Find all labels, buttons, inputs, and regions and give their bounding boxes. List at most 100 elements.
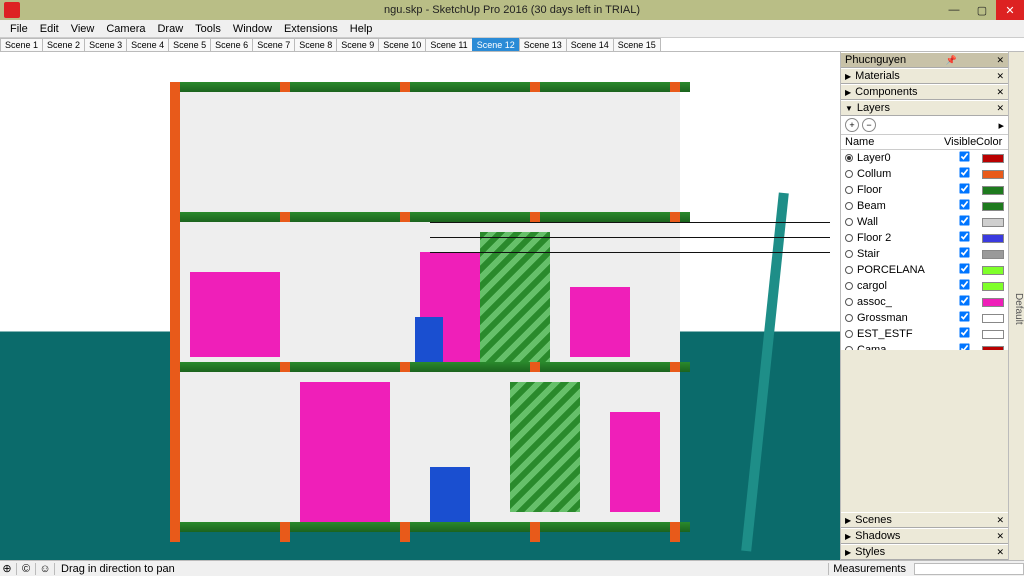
layer-active-radio[interactable] <box>845 202 853 210</box>
layer-row[interactable]: Floor <box>841 182 1008 198</box>
layer-visible-checkbox[interactable] <box>948 246 980 262</box>
scene-tab[interactable]: Scene 12 <box>472 38 520 51</box>
tray-title[interactable]: Phucnguyen 📌 ✕ <box>841 52 1008 68</box>
layer-visible-checkbox[interactable] <box>948 262 980 278</box>
layer-visible-checkbox[interactable] <box>948 230 980 246</box>
default-tray-tab[interactable]: Default <box>1008 52 1024 560</box>
section-scenes[interactable]: ▶Scenes✕ <box>841 512 1008 528</box>
layer-row[interactable]: assoc_ <box>841 294 1008 310</box>
layer-active-radio[interactable] <box>845 154 853 162</box>
layer-col-color[interactable]: Color <box>976 136 1004 148</box>
section-styles[interactable]: ▶Styles✕ <box>841 544 1008 560</box>
layer-visible-checkbox[interactable] <box>948 166 980 182</box>
layer-row[interactable]: Collum <box>841 166 1008 182</box>
layer-visible-checkbox[interactable] <box>948 294 980 310</box>
menu-draw[interactable]: Draw <box>151 23 189 35</box>
close-button[interactable]: ✕ <box>996 0 1024 20</box>
menu-view[interactable]: View <box>65 23 101 35</box>
layer-visible-checkbox[interactable] <box>948 198 980 214</box>
scene-tab[interactable]: Scene 13 <box>519 38 567 51</box>
scene-tab[interactable]: Scene 9 <box>336 38 379 51</box>
scene-tab[interactable]: Scene 5 <box>168 38 211 51</box>
layer-row[interactable]: PORCELANA <box>841 262 1008 278</box>
scene-tab[interactable]: Scene 11 <box>425 38 472 51</box>
layer-visible-checkbox[interactable] <box>948 310 980 326</box>
menu-edit[interactable]: Edit <box>34 23 65 35</box>
layer-visible-checkbox[interactable] <box>948 342 980 350</box>
layer-active-radio[interactable] <box>845 234 853 242</box>
scene-tab[interactable]: Scene 10 <box>378 38 426 51</box>
menu-extensions[interactable]: Extensions <box>278 23 344 35</box>
layer-visible-checkbox[interactable] <box>948 278 980 294</box>
layer-row[interactable]: Beam <box>841 198 1008 214</box>
layer-color-swatch[interactable] <box>982 154 1004 163</box>
layer-color-swatch[interactable] <box>982 314 1004 323</box>
layer-active-radio[interactable] <box>845 266 853 274</box>
section-materials[interactable]: ▶Materials✕ <box>841 68 1008 84</box>
layer-color-swatch[interactable] <box>982 330 1004 339</box>
layer-row[interactable]: Wall <box>841 214 1008 230</box>
layer-remove-button[interactable]: − <box>862 118 876 132</box>
layer-color-swatch[interactable] <box>982 298 1004 307</box>
status-person-icon[interactable]: ☺ <box>38 563 52 575</box>
layer-active-radio[interactable] <box>845 346 853 350</box>
scene-tab[interactable]: Scene 7 <box>252 38 295 51</box>
minimize-button[interactable]: — <box>940 0 968 20</box>
tray-close-icon[interactable]: ✕ <box>996 55 1004 66</box>
layer-active-radio[interactable] <box>845 250 853 258</box>
scene-tab[interactable]: Scene 3 <box>84 38 127 51</box>
maximize-button[interactable]: ▢ <box>968 0 996 20</box>
layer-row[interactable]: Layer0 <box>841 150 1008 166</box>
layer-row[interactable]: EST_ESTF <box>841 326 1008 342</box>
layer-active-radio[interactable] <box>845 298 853 306</box>
layer-menu-button[interactable]: ▸ <box>998 119 1004 132</box>
scene-tab[interactable]: Scene 14 <box>566 38 614 51</box>
menu-window[interactable]: Window <box>227 23 278 35</box>
layer-col-name[interactable]: Name <box>845 136 944 148</box>
status-credit-icon[interactable]: © <box>19 563 33 575</box>
layer-visible-checkbox[interactable] <box>948 214 980 230</box>
layer-color-swatch[interactable] <box>982 202 1004 211</box>
tray-pin-icon[interactable]: 📌 <box>946 55 957 66</box>
menu-file[interactable]: File <box>4 23 34 35</box>
layer-add-button[interactable]: + <box>845 118 859 132</box>
layer-active-radio[interactable] <box>845 282 853 290</box>
scene-tab[interactable]: Scene 8 <box>294 38 337 51</box>
layer-color-swatch[interactable] <box>982 234 1004 243</box>
scene-tab[interactable]: Scene 1 <box>0 38 43 51</box>
layer-row[interactable]: Grossman <box>841 310 1008 326</box>
layer-color-swatch[interactable] <box>982 170 1004 179</box>
scene-tab[interactable]: Scene 15 <box>613 38 661 51</box>
scene-tab[interactable]: Scene 2 <box>42 38 85 51</box>
layer-row[interactable]: Floor 2 <box>841 230 1008 246</box>
section-layers[interactable]: ▼Layers✕ <box>841 100 1008 116</box>
section-shadows[interactable]: ▶Shadows✕ <box>841 528 1008 544</box>
layer-row[interactable]: Cama <box>841 342 1008 350</box>
layer-color-swatch[interactable] <box>982 218 1004 227</box>
section-components[interactable]: ▶Components✕ <box>841 84 1008 100</box>
status-geo-icon[interactable]: ⊕ <box>0 562 14 575</box>
scene-tab[interactable]: Scene 4 <box>126 38 169 51</box>
layer-row[interactable]: Stair <box>841 246 1008 262</box>
layer-active-radio[interactable] <box>845 186 853 194</box>
layer-visible-checkbox[interactable] <box>948 182 980 198</box>
layer-row[interactable]: cargol <box>841 278 1008 294</box>
layer-list[interactable]: Layer0CollumFloorBeamWallFloor 2StairPOR… <box>841 150 1008 350</box>
layer-color-swatch[interactable] <box>982 186 1004 195</box>
menu-tools[interactable]: Tools <box>189 23 227 35</box>
menu-help[interactable]: Help <box>344 23 379 35</box>
layer-color-swatch[interactable] <box>982 282 1004 291</box>
layer-color-swatch[interactable] <box>982 266 1004 275</box>
scene-tab[interactable]: Scene 6 <box>210 38 253 51</box>
layer-visible-checkbox[interactable] <box>948 150 980 166</box>
layer-active-radio[interactable] <box>845 218 853 226</box>
layer-active-radio[interactable] <box>845 314 853 322</box>
menu-camera[interactable]: Camera <box>100 23 151 35</box>
layer-color-swatch[interactable] <box>982 250 1004 259</box>
layer-visible-checkbox[interactable] <box>948 326 980 342</box>
layer-active-radio[interactable] <box>845 330 853 338</box>
layer-col-visible[interactable]: Visible <box>944 136 976 148</box>
measurements-input[interactable] <box>914 563 1024 575</box>
layer-active-radio[interactable] <box>845 170 853 178</box>
model-viewport[interactable] <box>0 52 840 560</box>
